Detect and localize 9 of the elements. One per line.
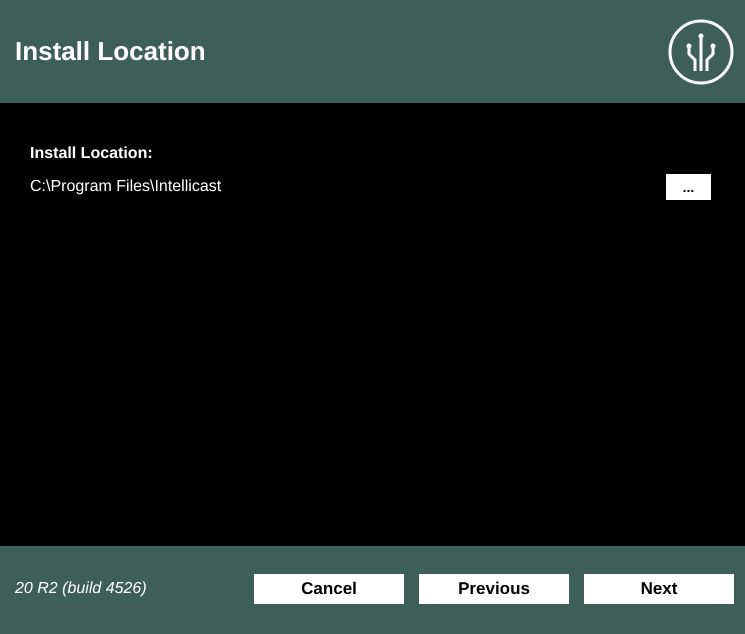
next-button[interactable]: Next [584, 574, 734, 604]
field-label: Install Location: [30, 145, 154, 163]
install-path: C:\Program Files\Intellicast [30, 178, 222, 196]
browse-button[interactable]: ... [666, 174, 711, 200]
circuit-logo-icon [668, 18, 734, 84]
cancel-button[interactable]: Cancel [254, 574, 404, 604]
page-title: Install Location [15, 36, 206, 67]
previous-button[interactable]: Previous [419, 574, 569, 604]
version-text: 20 R2 (build 4526) [15, 580, 147, 598]
